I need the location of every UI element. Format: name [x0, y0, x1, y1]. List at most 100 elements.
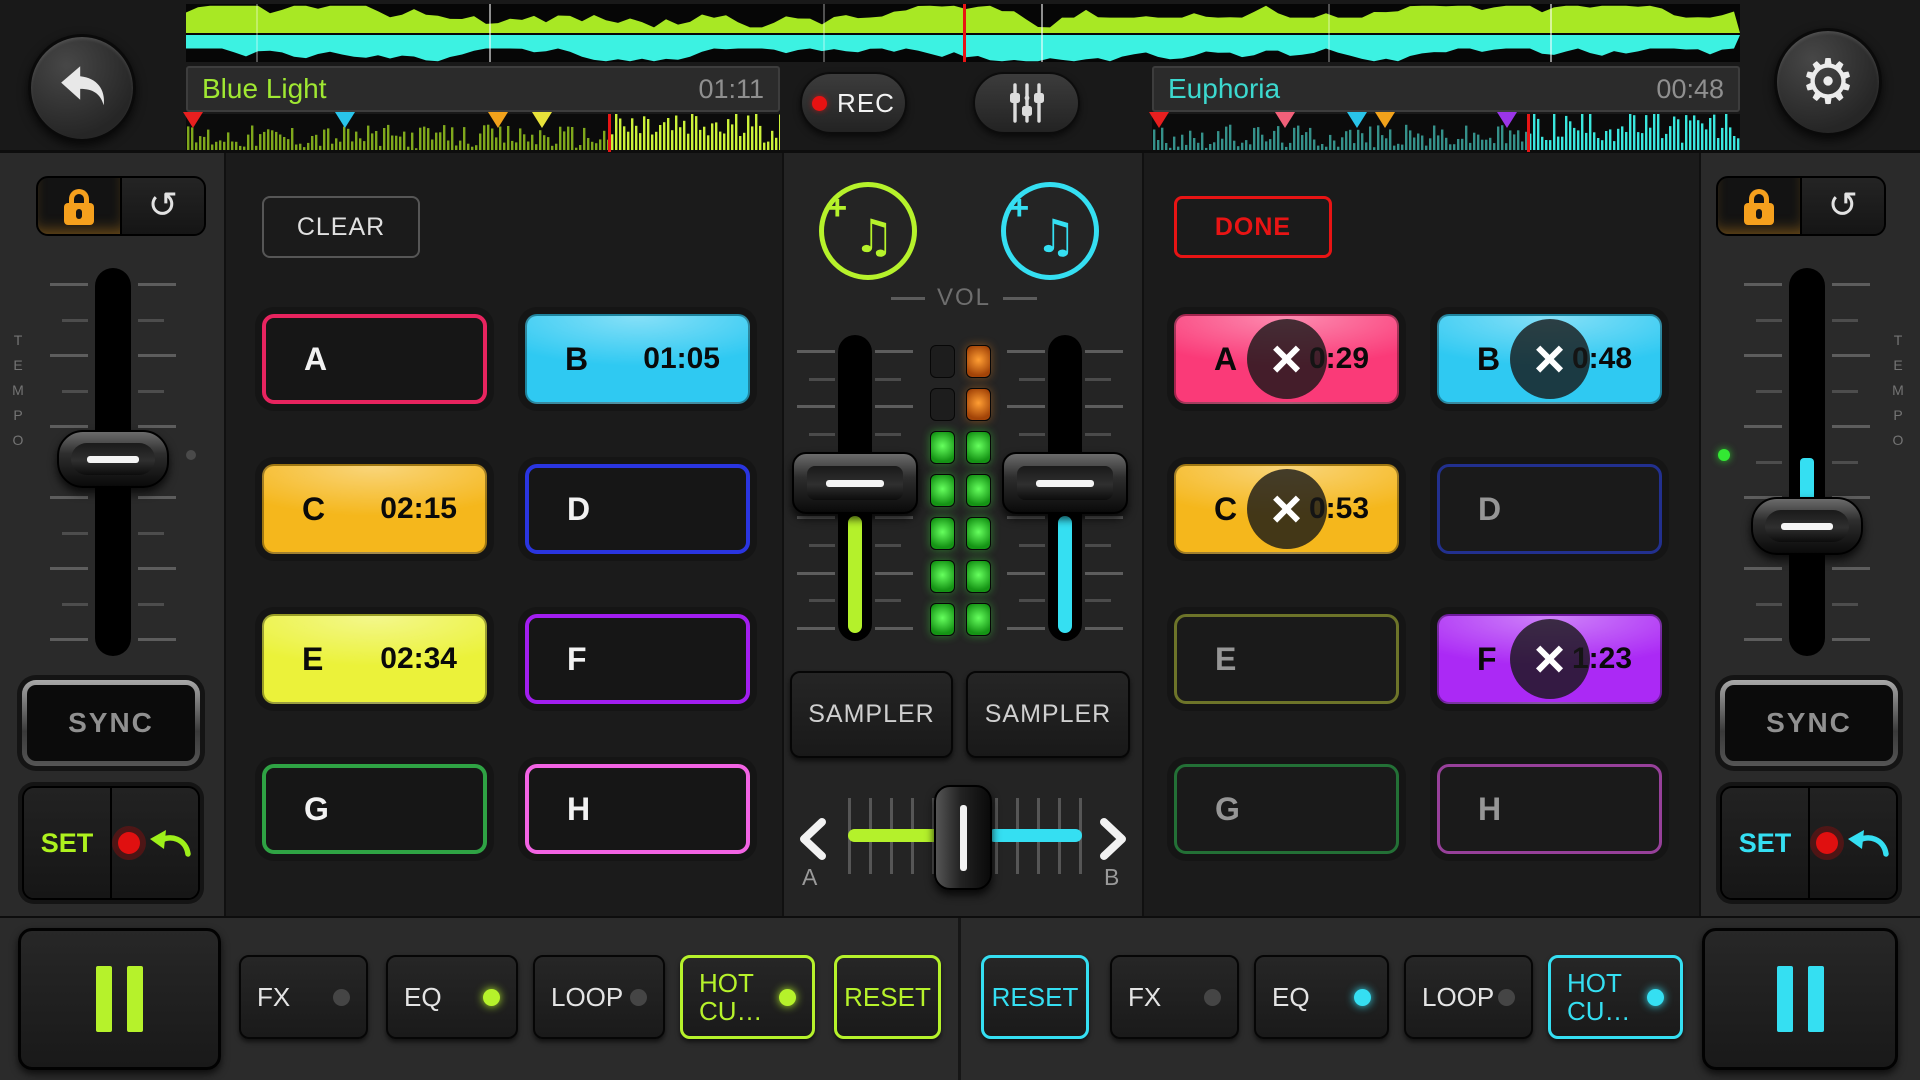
deck-a-overview-waveform[interactable]: [186, 114, 780, 152]
add-music-icon: +♫: [1023, 203, 1076, 259]
hotcue-pad-c[interactable]: C 02:15: [262, 464, 487, 554]
crossfade-right-chevron-icon[interactable]: [1098, 818, 1128, 860]
hotcue-pad-e[interactable]: E: [1174, 614, 1399, 704]
bottom-toolbar: FX EQ LOOP HOT CU… RESET RESET FX EQ LOO…: [0, 918, 1920, 1080]
record-button[interactable]: REC: [800, 72, 907, 134]
hotcue-pad-d[interactable]: D: [1437, 464, 1662, 554]
deck-a-volume-handle[interactable]: [792, 452, 918, 514]
load-track-deck-a-button[interactable]: +♫: [819, 182, 917, 280]
pad-letter: A: [304, 341, 327, 378]
hotcue-pad-a[interactable]: A: [262, 314, 487, 404]
right-set-group: SET: [1720, 786, 1898, 900]
hotcue-pad-b[interactable]: B0:48×: [1437, 314, 1662, 404]
deck-b-volume-handle[interactable]: [1002, 452, 1128, 514]
record-cue-icon: [1816, 832, 1838, 854]
sampler-a-button[interactable]: SAMPLER: [790, 671, 953, 758]
hotcue-pad-g[interactable]: G: [262, 764, 487, 854]
crossfade-left-chevron-icon[interactable]: [798, 818, 828, 860]
right-undo-cue-button[interactable]: [1810, 788, 1896, 898]
set-label: SET: [1739, 828, 1792, 859]
deck-a-level-meter: [930, 345, 955, 636]
tempo-reset-button[interactable]: ↺: [122, 178, 204, 234]
pad-letter: C: [302, 491, 325, 528]
left-undo-cue-button[interactable]: [112, 788, 198, 898]
status-led: [1204, 989, 1221, 1006]
hotcue-pad-h[interactable]: H: [525, 764, 750, 854]
deck-b-overview-bars: [1152, 114, 1740, 152]
pad-letter: B: [1477, 341, 1500, 378]
load-track-deck-b-button[interactable]: +♫: [1001, 182, 1099, 280]
fx-button[interactable]: FX: [1110, 955, 1239, 1039]
reset-button[interactable]: RESET: [981, 955, 1089, 1039]
mixer-settings-button[interactable]: [973, 72, 1080, 134]
header: Blue Light 01:11 REC Euphoria 00:48: [0, 0, 1920, 152]
hotcue-pad-d[interactable]: D: [525, 464, 750, 554]
deck-b-toolbar: RESET FX EQ LOOP HOT CU…: [0, 918, 1920, 1080]
remove-cue-button[interactable]: ×: [1247, 319, 1327, 399]
zoomed-waveform-strip[interactable]: [186, 4, 1740, 62]
pad-letter: H: [1478, 791, 1501, 828]
right-lock-reset-group: ↺: [1716, 176, 1886, 236]
divider: [782, 152, 784, 918]
right-set-cue-button[interactable]: SET: [1722, 788, 1810, 898]
gear-icon: ⚙: [1800, 51, 1856, 113]
remove-cue-button[interactable]: ×: [1510, 619, 1590, 699]
hotcue-button[interactable]: HOT CU…: [1548, 955, 1683, 1039]
keylock-button[interactable]: [38, 178, 122, 234]
remove-cue-button[interactable]: ×: [1510, 319, 1590, 399]
loop-button[interactable]: LOOP: [1404, 955, 1533, 1039]
hotcue-pad-a[interactable]: A0:29×: [1174, 314, 1399, 404]
pad-letter: G: [304, 791, 329, 828]
hotcue-pad-g[interactable]: G: [1174, 764, 1399, 854]
back-button[interactable]: [28, 34, 136, 142]
keylock-button[interactable]: [1718, 178, 1802, 234]
back-arrow-icon: [53, 59, 111, 117]
crossfader-handle[interactable]: [934, 785, 992, 890]
left-sync-button[interactable]: SYNC: [22, 680, 200, 766]
left-set-group: SET: [22, 786, 200, 900]
deck-b-titlebar: Euphoria 00:48: [1152, 66, 1740, 112]
pad-letter: D: [567, 491, 590, 528]
right-sync-button[interactable]: SYNC: [1720, 680, 1898, 766]
set-label: SET: [41, 828, 94, 859]
reset-icon: ↺: [148, 188, 178, 224]
record-label: REC: [837, 88, 895, 119]
remove-cue-button[interactable]: ×: [1247, 469, 1327, 549]
pad-letter: C: [1214, 491, 1237, 528]
tempo-reset-button[interactable]: ↺: [1802, 178, 1884, 234]
deck-a-overview-bars: [186, 114, 780, 152]
hotcue-pad-f[interactable]: F1:23×: [1437, 614, 1662, 704]
deck-b-overview-waveform[interactable]: [1152, 114, 1740, 152]
x-icon: ×: [1271, 332, 1303, 386]
dj-app: Blue Light 01:11 REC Euphoria 00:48: [0, 0, 1920, 1080]
left-tempo-slider-handle[interactable]: [57, 430, 169, 488]
sampler-b-button[interactable]: SAMPLER: [966, 671, 1130, 758]
deck-b-track-time: 00:48: [1656, 74, 1724, 105]
clear-label: CLEAR: [297, 213, 385, 242]
eq-button[interactable]: EQ: [1254, 955, 1389, 1039]
pad-letter: E: [1215, 641, 1236, 678]
hotcue-pad-f[interactable]: F: [525, 614, 750, 704]
pad-letter: A: [1214, 341, 1237, 378]
pad-letter: G: [1215, 791, 1240, 828]
hotcue-pad-e[interactable]: E02:34: [262, 614, 487, 704]
pad-time: 02:15: [380, 492, 457, 526]
x-icon: ×: [1271, 482, 1303, 536]
deck-b-pause-button[interactable]: [1702, 928, 1898, 1070]
pad-letter: B: [565, 341, 588, 378]
right-tempo-slider-handle[interactable]: [1751, 497, 1863, 555]
left-set-cue-button[interactable]: SET: [24, 788, 112, 898]
hotcue-pad-c[interactable]: C0:53×: [1174, 464, 1399, 554]
hotcue-pad-b[interactable]: B01:05: [525, 314, 750, 404]
left-lock-reset-group: ↺: [36, 176, 206, 236]
crossfader-a-label: A: [802, 864, 817, 891]
undo-arrow-icon: [1846, 826, 1890, 860]
pad-letter: F: [567, 641, 587, 678]
hotcue-pad-h[interactable]: H: [1437, 764, 1662, 854]
done-editing-button[interactable]: DONE: [1174, 196, 1332, 258]
sampler-label: SAMPLER: [808, 700, 934, 729]
settings-button[interactable]: ⚙: [1774, 28, 1882, 136]
deck-a-volume-fill: [848, 516, 862, 633]
pause-icon: [1777, 966, 1793, 1032]
clear-cues-button[interactable]: CLEAR: [262, 196, 420, 258]
